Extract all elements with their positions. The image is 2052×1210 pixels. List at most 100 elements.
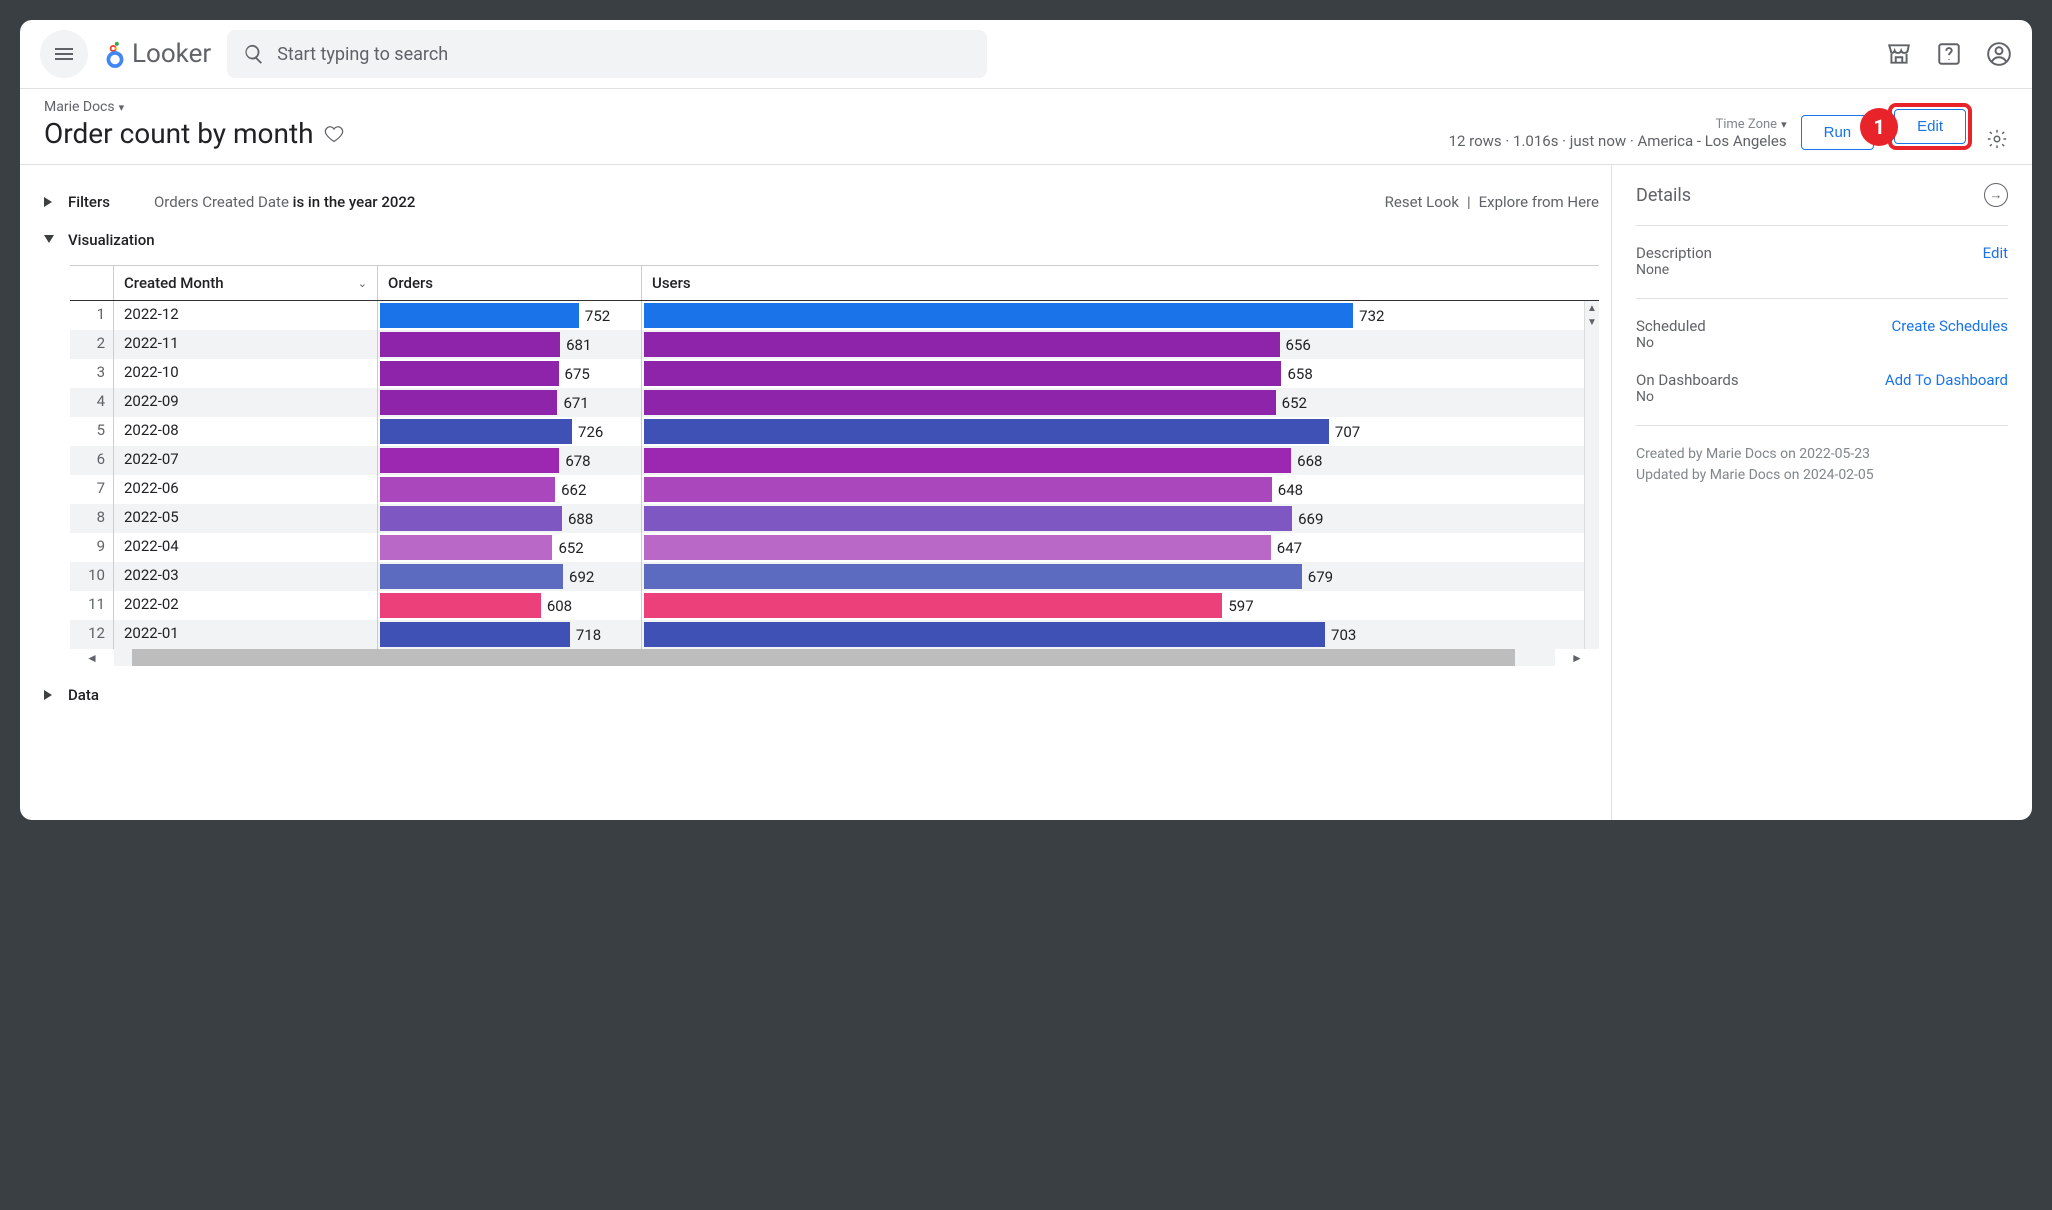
created-meta: Created by Marie Docs on 2022-05-23 (1636, 444, 2008, 465)
cell-orders: 718 (378, 620, 642, 649)
row-index: 4 (70, 388, 114, 417)
hamburger-icon (52, 42, 76, 66)
row-index: 5 (70, 417, 114, 446)
reset-look-link[interactable]: Reset Look (1385, 193, 1459, 211)
row-index: 7 (70, 475, 114, 504)
favorite-icon[interactable] (324, 124, 344, 144)
cell-users: 656 (642, 330, 1599, 359)
scheduled-label: Scheduled (1636, 317, 1706, 335)
account-icon[interactable] (1986, 41, 2012, 67)
table-row[interactable]: 112022-02608597 (70, 591, 1599, 620)
stats-block: Time Zone ▾ 12 rows · 1.016s · just now … (1449, 117, 1787, 150)
visualization-label: Visualization (68, 231, 155, 249)
table-row[interactable]: 52022-08726707 (70, 417, 1599, 446)
on-dashboards-value: No (1636, 389, 1739, 405)
cell-orders: 752 (378, 301, 642, 330)
cell-users: 707 (642, 417, 1599, 446)
collapse-panel-icon[interactable] (1984, 183, 2008, 207)
cell-users: 679 (642, 562, 1599, 591)
table-row[interactable]: 92022-04652647 (70, 533, 1599, 562)
row-index: 8 (70, 504, 114, 533)
cell-users: 703 (642, 620, 1599, 649)
chevron-down-icon: ▾ (1781, 118, 1787, 131)
table-row[interactable]: 42022-09671652 (70, 388, 1599, 417)
table-row[interactable]: 72022-06662648 (70, 475, 1599, 504)
table-row[interactable]: 22022-11681656 (70, 330, 1599, 359)
row-index: 1 (70, 301, 114, 330)
on-dashboards-label: On Dashboards (1636, 371, 1739, 389)
cell-month: 2022-05 (114, 504, 378, 533)
visualization-section[interactable]: Visualization (44, 221, 1599, 259)
scroll-down-icon[interactable]: ▼ (1585, 315, 1599, 329)
search-box[interactable]: Start typing to search (227, 30, 987, 78)
col-created-month[interactable]: Created Month ⌄ (114, 266, 378, 300)
col-users[interactable]: Users (642, 266, 1599, 300)
details-title: Details (1636, 185, 1691, 206)
cell-month: 2022-03 (114, 562, 378, 591)
table-row[interactable]: 12022-12752732 (70, 301, 1599, 330)
breadcrumb[interactable]: Marie Docs ▾ (44, 99, 344, 115)
search-icon (243, 43, 265, 65)
cell-users: 668 (642, 446, 1599, 475)
edit-description-link[interactable]: Edit (1983, 244, 2008, 278)
row-index: 9 (70, 533, 114, 562)
col-orders[interactable]: Orders (378, 266, 642, 300)
row-index: 2 (70, 330, 114, 359)
cell-users: 647 (642, 533, 1599, 562)
callout-1: 1 Edit (1888, 103, 1972, 150)
table-body: 12022-1275273222022-1168165632022-106756… (70, 301, 1599, 649)
table-row[interactable]: 102022-03692679 (70, 562, 1599, 591)
body: Filters Orders Created Date is in the ye… (20, 165, 2032, 820)
timezone-selector[interactable]: Time Zone ▾ (1449, 117, 1787, 132)
cell-orders: 726 (378, 417, 642, 446)
viz-table: Created Month ⌄ Orders Users 12022-12752… (70, 265, 1599, 649)
marketplace-icon[interactable] (1886, 41, 1912, 67)
edit-button[interactable]: Edit (1894, 109, 1966, 144)
explore-link[interactable]: Explore from Here (1479, 193, 1599, 211)
add-to-dashboard-link[interactable]: Add To Dashboard (1885, 371, 2008, 405)
row-index: 10 (70, 562, 114, 591)
scroll-up-icon[interactable]: ▲ (1585, 301, 1599, 315)
app-window: Looker Start typing to search Marie Docs… (20, 20, 2032, 820)
looker-logo-icon (104, 40, 126, 68)
horizontal-scrollbar[interactable]: ◄ ► (70, 649, 1599, 666)
caret-right-icon (44, 690, 54, 700)
topbar: Looker Start typing to search (20, 20, 2032, 89)
cell-month: 2022-09 (114, 388, 378, 417)
cell-month: 2022-11 (114, 330, 378, 359)
row-index: 3 (70, 359, 114, 388)
create-schedules-link[interactable]: Create Schedules (1892, 317, 2008, 351)
callout-badge: 1 (1860, 108, 1898, 146)
logo-text: Looker (132, 39, 211, 69)
table-row[interactable]: 122022-01718703 (70, 620, 1599, 649)
cell-month: 2022-08 (114, 417, 378, 446)
table-header: Created Month ⌄ Orders Users (70, 266, 1599, 301)
table-row[interactable]: 62022-07678668 (70, 446, 1599, 475)
cell-orders: 662 (378, 475, 642, 504)
scroll-right-icon[interactable]: ► (1555, 651, 1599, 665)
cell-users: 597 (642, 591, 1599, 620)
cell-month: 2022-12 (114, 301, 378, 330)
row-index: 6 (70, 446, 114, 475)
table-row[interactable]: 82022-05688669 (70, 504, 1599, 533)
look-header: Marie Docs ▾ Order count by month Time Z… (20, 89, 2032, 165)
help-icon[interactable] (1936, 41, 1962, 67)
cell-users: 732 (642, 301, 1599, 330)
scheduled-value: No (1636, 335, 1706, 351)
cell-month: 2022-04 (114, 533, 378, 562)
scroll-left-icon[interactable]: ◄ (70, 651, 114, 665)
filters-section[interactable]: Filters Orders Created Date is in the ye… (44, 183, 1599, 221)
logo: Looker (104, 39, 211, 69)
cell-month: 2022-06 (114, 475, 378, 504)
scroll-thumb[interactable] (132, 649, 1515, 666)
menu-button[interactable] (40, 30, 88, 78)
cell-orders: 652 (378, 533, 642, 562)
chevron-down-icon: ▾ (119, 101, 125, 114)
cell-users: 648 (642, 475, 1599, 504)
table-row[interactable]: 32022-10675658 (70, 359, 1599, 388)
gear-icon[interactable] (1986, 128, 2008, 150)
row-index: 11 (70, 591, 114, 620)
data-section[interactable]: Data (44, 676, 1599, 714)
data-label: Data (68, 686, 99, 704)
vertical-scrollbar[interactable]: ▲ ▼ (1584, 301, 1599, 649)
